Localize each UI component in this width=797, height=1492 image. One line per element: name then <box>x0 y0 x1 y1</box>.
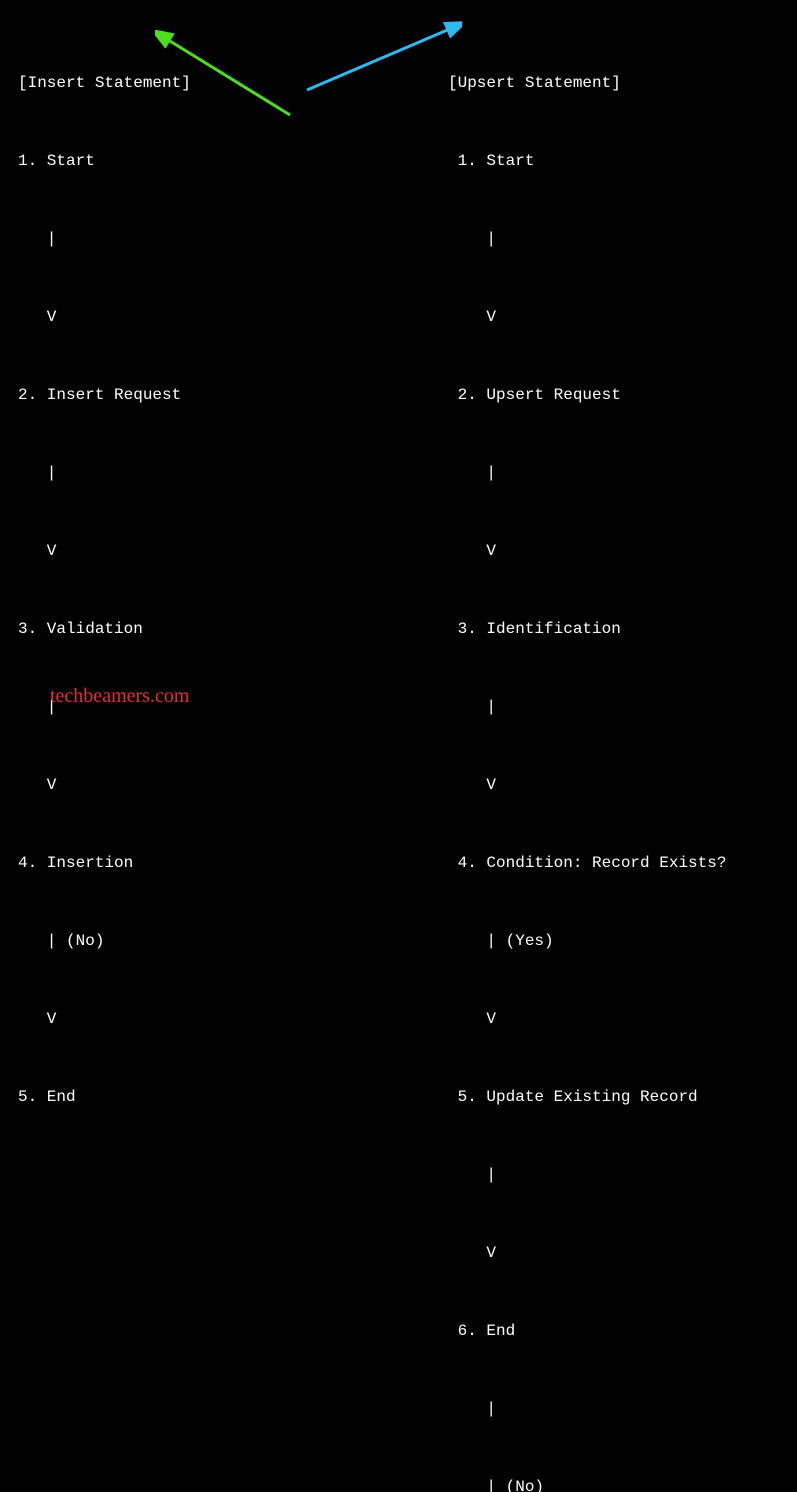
upsert-line: | <box>448 224 787 254</box>
insert-title: [Insert Statement] <box>18 68 448 98</box>
insert-statement-column: [Insert Statement] 1. Start | V 2. Inser… <box>18 20 448 1492</box>
insert-line: 5. End <box>18 1082 448 1112</box>
insert-line: V <box>18 1004 448 1034</box>
upsert-line: 4. Condition: Record Exists? <box>448 848 787 878</box>
insert-line: 4. Insertion <box>18 848 448 878</box>
upsert-line: V <box>448 536 787 566</box>
upsert-line: | <box>448 1160 787 1190</box>
insert-line: | <box>18 224 448 254</box>
upsert-line: V <box>448 1238 787 1268</box>
upsert-line: V <box>448 770 787 800</box>
upsert-statement-column: [Upsert Statement] 1. Start | V 2. Upser… <box>448 20 787 1492</box>
insert-line: 2. Insert Request <box>18 380 448 410</box>
insert-line: V <box>18 302 448 332</box>
upsert-line: V <box>448 302 787 332</box>
upsert-line: 3. Identification <box>448 614 787 644</box>
upsert-line: | <box>448 1394 787 1424</box>
insert-line: 3. Validation <box>18 614 448 644</box>
upsert-line: 6. End <box>448 1316 787 1346</box>
insert-line: V <box>18 770 448 800</box>
diagram-container: [Insert Statement] 1. Start | V 2. Inser… <box>0 0 797 1492</box>
upsert-line: | (Yes) <box>448 926 787 956</box>
upsert-line: | (No) <box>448 1472 787 1492</box>
insert-line: 1. Start <box>18 146 448 176</box>
upsert-title: [Upsert Statement] <box>448 68 787 98</box>
upsert-line: 1. Start <box>448 146 787 176</box>
upsert-line: V <box>448 1004 787 1034</box>
upsert-line: | <box>448 692 787 722</box>
upsert-line: 5. Update Existing Record <box>448 1082 787 1112</box>
watermark-text: techbeamers.com <box>50 681 189 711</box>
insert-line: | <box>18 458 448 488</box>
insert-line: V <box>18 536 448 566</box>
upsert-line: 2. Upsert Request <box>448 380 787 410</box>
insert-line: | (No) <box>18 926 448 956</box>
upsert-line: | <box>448 458 787 488</box>
